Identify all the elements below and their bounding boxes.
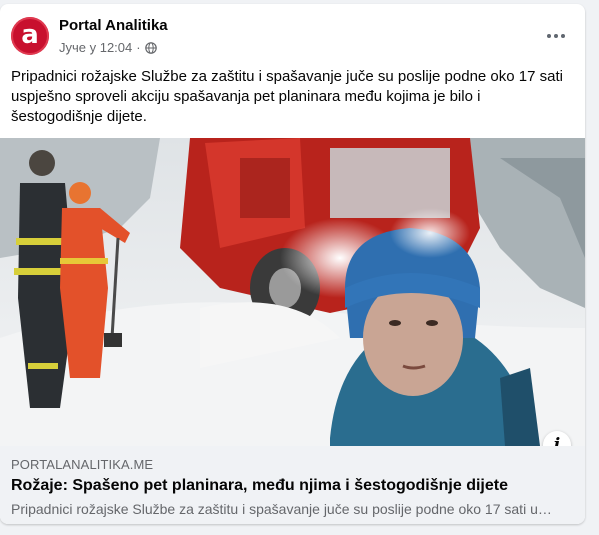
link-domain: PORTALANALITIKA.ME (11, 457, 154, 472)
link-description: Pripadnici rožajske Službe za zaštitu i … (11, 501, 556, 517)
post-image[interactable]: i (0, 138, 585, 446)
link-preview[interactable]: PORTALANALITIKA.ME Rožaje: Spašeno pet p… (0, 446, 585, 524)
more-options-icon[interactable] (541, 26, 571, 46)
avatar-letter: a (21, 19, 39, 50)
post-message: Pripadnici rožajske Službe za zaštitu i … (11, 68, 563, 125)
post-card: a Portal Analitika Јуче у 12:04 · Pripad… (0, 4, 585, 524)
meta-separator: · (136, 40, 141, 55)
more-dot (561, 34, 565, 38)
page-name-link[interactable]: Portal Analitika (59, 17, 168, 34)
link-title[interactable]: Rožaje: Spašeno pet planinara, među njim… (11, 477, 571, 495)
post-timestamp[interactable]: Јуче у 12:04 (59, 40, 132, 55)
more-dot (547, 34, 551, 38)
rescue-scene-image (0, 138, 585, 446)
post-meta: Јуче у 12:04 · (59, 40, 157, 55)
more-dot (554, 34, 558, 38)
post-header: a Portal Analitika Јуче у 12:04 · (0, 4, 585, 64)
globe-icon[interactable] (144, 41, 157, 54)
page-avatar[interactable]: a (11, 17, 49, 55)
